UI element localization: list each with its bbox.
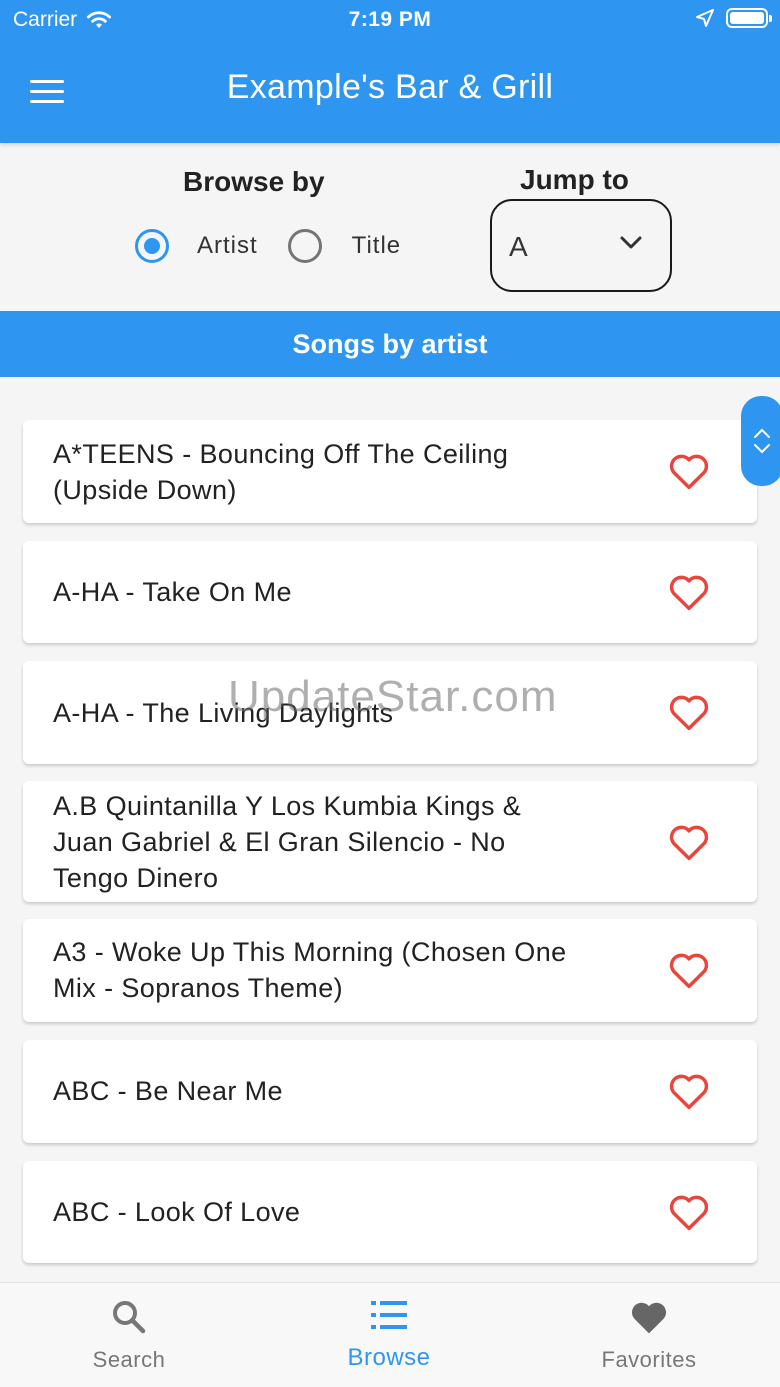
jump-to-dropdown[interactable]: A (490, 199, 672, 292)
section-header: Songs by artist (0, 311, 780, 377)
song-card[interactable]: ABC - Look Of Love (23, 1161, 757, 1263)
bottom-nav: Search Browse Favorites (0, 1282, 780, 1387)
watermark: UpdateStar.com (228, 672, 558, 721)
location-arrow-icon (696, 9, 714, 27)
radio-artist[interactable] (135, 229, 169, 263)
nav-search[interactable]: Search (29, 1283, 229, 1387)
radio-title[interactable] (287, 229, 322, 263)
song-card[interactable]: A.B Quintanilla Y Los Kumbia Kings & Jua… (23, 781, 757, 902)
search-icon (113, 1301, 146, 1334)
jump-to-value: A (509, 231, 528, 262)
song-title: ABC - Look Of Love (53, 1197, 301, 1227)
nav-favorites[interactable]: Favorites (549, 1283, 749, 1387)
top-bar: Carrier 7:19 PM Example's Bar & Grill (0, 0, 780, 143)
nav-browse-label: Browse (347, 1344, 431, 1371)
song-card[interactable]: A3 - Woke Up This Morning (Chosen One Mi… (23, 919, 757, 1022)
song-title: A.B Quintanilla Y Los Kumbia Kings & Jua… (53, 791, 522, 893)
heart-icon (631, 1302, 667, 1334)
status-bar: Carrier 7:19 PM (0, 0, 780, 40)
battery-icon (726, 8, 772, 28)
favorite-heart-icon[interactable] (668, 823, 710, 861)
fast-scroll-handle[interactable] (741, 396, 780, 486)
app-title: Example's Bar & Grill (226, 68, 554, 106)
song-card[interactable]: ABC - Be Near Me (23, 1040, 757, 1143)
status-right (696, 8, 772, 28)
chevron-up-icon (754, 428, 770, 438)
chevron-down-icon (620, 236, 642, 249)
song-card[interactable]: A-HA - Take On Me (23, 541, 757, 643)
nav-search-label: Search (92, 1347, 166, 1372)
nav-browse[interactable]: Browse (289, 1283, 489, 1387)
radio-title-label[interactable]: Title (352, 232, 401, 260)
favorite-heart-icon[interactable] (668, 452, 710, 490)
song-card[interactable]: A*TEENS - Bouncing Off The Ceiling (Upsi… (23, 420, 757, 523)
favorite-heart-icon[interactable] (668, 1193, 710, 1231)
radio-artist-label[interactable]: Artist (197, 232, 258, 260)
list-icon (371, 1301, 407, 1329)
browse-radio-group: Artist Title (135, 227, 401, 265)
song-title: A3 - Woke Up This Morning (Chosen One Mi… (53, 937, 567, 1003)
browse-by-label: Browse by (183, 166, 325, 197)
favorite-heart-icon[interactable] (668, 1072, 710, 1110)
nav-favorites-label: Favorites (601, 1347, 697, 1372)
app-bar: Example's Bar & Grill (0, 40, 780, 143)
favorite-heart-icon[interactable] (668, 693, 710, 731)
song-title: A-HA - Take On Me (53, 577, 292, 607)
favorite-heart-icon[interactable] (668, 951, 710, 989)
status-time: 7:19 PM (348, 8, 432, 31)
song-title: ABC - Be Near Me (53, 1076, 283, 1106)
chevron-down-icon (754, 444, 770, 454)
favorite-heart-icon[interactable] (668, 573, 710, 611)
jump-to-label: Jump to (520, 164, 629, 195)
song-title: A*TEENS - Bouncing Off The Ceiling (Upsi… (53, 439, 509, 505)
